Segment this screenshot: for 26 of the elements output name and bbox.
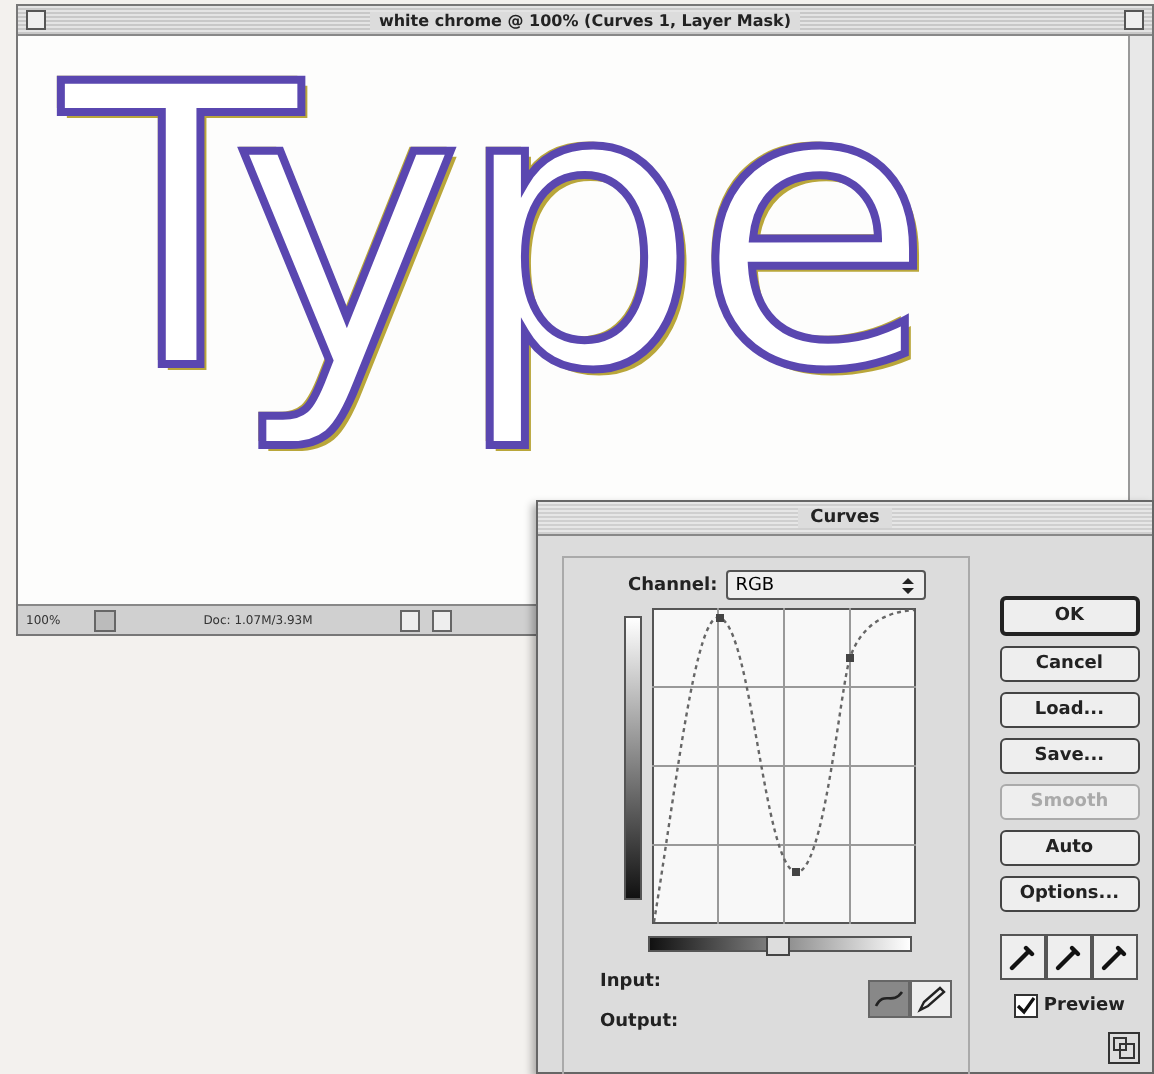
close-box-icon[interactable] [26, 10, 46, 30]
preview-checkbox[interactable] [1013, 994, 1038, 1018]
dialog-button[interactable]: Cancel [999, 646, 1140, 682]
resize-icon[interactable] [1108, 1032, 1140, 1064]
pencil-icon[interactable] [910, 980, 953, 1018]
channel-label: Channel: [628, 575, 718, 595]
canvas-artwork-text: Type [54, 36, 934, 469]
dialog-button[interactable]: Auto [999, 830, 1140, 866]
document-icon[interactable] [94, 609, 116, 631]
input-label: Input: [600, 972, 664, 992]
dialog-button[interactable]: Load... [999, 692, 1140, 728]
curve-tool-icon[interactable] [868, 980, 911, 1018]
dialog-button[interactable]: Options... [999, 876, 1140, 912]
channel-dropdown[interactable]: RGB [725, 570, 926, 600]
zoom-box-icon[interactable] [1123, 10, 1144, 30]
preview-label: Preview [1043, 996, 1125, 1016]
eyedropper-icon[interactable] [1000, 934, 1047, 980]
eyedropper-icon[interactable] [1046, 934, 1093, 980]
window-title: white chrome @ 100% (Curves 1, Layer Mask) [370, 11, 800, 29]
dialog-title: Curves [798, 508, 892, 528]
dialog-button[interactable]: OK [999, 596, 1140, 636]
dropdown-arrows-icon [899, 575, 916, 595]
output-label: Output: [600, 1012, 679, 1032]
dialog-button[interactable]: Save... [999, 738, 1140, 774]
curve-graph[interactable] [652, 608, 916, 924]
eyedropper-icon[interactable] [1092, 934, 1139, 980]
